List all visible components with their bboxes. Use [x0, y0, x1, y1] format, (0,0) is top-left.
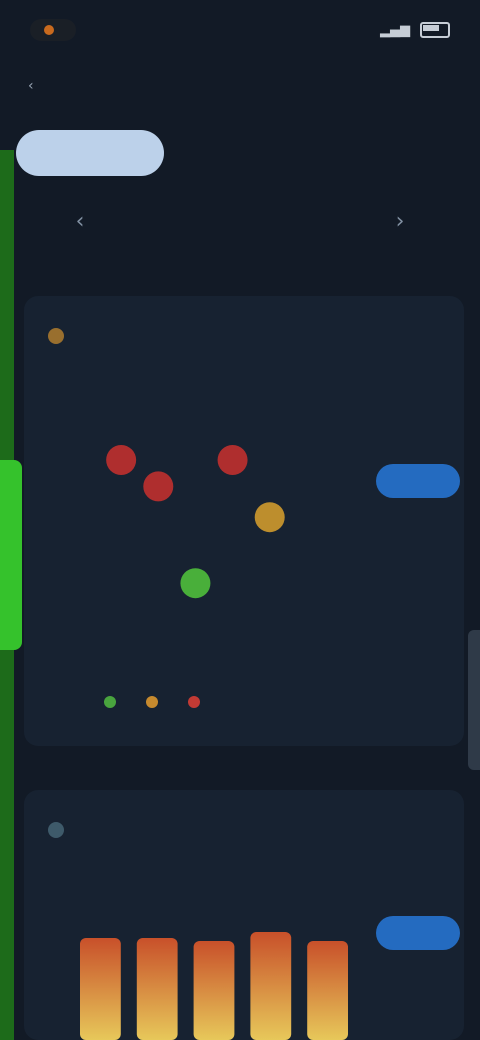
bar-2[interactable]	[136, 938, 178, 1040]
scatter-point-high[interactable]	[143, 471, 174, 502]
legend-swatch	[146, 696, 158, 708]
legend-item	[146, 696, 166, 708]
side-indicator-active[interactable]	[0, 460, 22, 650]
stress-card[interactable]	[24, 296, 464, 746]
scatter-chart	[106, 445, 285, 599]
status-icons: ▂▄▆	[380, 22, 450, 38]
leaf-icon	[44, 818, 68, 842]
details-button[interactable]	[376, 464, 460, 498]
bar-3[interactable]	[193, 941, 235, 1040]
recording-dot-icon	[44, 25, 54, 35]
chevron-left-icon[interactable]: ‹	[60, 209, 100, 234]
app-header: ‹	[0, 60, 480, 120]
bar-1[interactable]	[80, 938, 121, 1040]
activity-card[interactable]	[24, 790, 464, 1040]
scatter-point-high[interactable]	[106, 445, 137, 475]
tab-1[interactable]	[16, 130, 164, 176]
tab-2[interactable]	[166, 130, 314, 176]
legend-swatch	[104, 696, 116, 708]
battery-icon	[420, 22, 450, 38]
back-button[interactable]: ‹	[28, 78, 34, 94]
warning-icon	[44, 324, 68, 348]
signal-icon: ▂▄▆	[380, 22, 410, 38]
scatter-point-medium[interactable]	[254, 502, 285, 533]
legend-item	[188, 696, 208, 708]
legend-item	[104, 696, 124, 708]
date-range-selector: ‹ ›	[60, 198, 420, 244]
tab-3[interactable]	[316, 130, 464, 176]
legend-swatch	[188, 696, 200, 708]
bar-4[interactable]	[250, 932, 292, 1040]
scroll-handle[interactable]	[468, 630, 480, 770]
period-tabs	[16, 126, 464, 180]
chevron-right-icon[interactable]: ›	[380, 209, 420, 234]
scatter-point-high[interactable]	[217, 445, 248, 475]
scatter-point-low[interactable]	[180, 568, 211, 599]
details-button[interactable]	[376, 916, 460, 950]
status-bar: ▂▄▆	[0, 0, 480, 60]
bar-5[interactable]	[307, 941, 348, 1040]
bar-chart	[80, 932, 348, 1040]
status-pill	[30, 19, 76, 41]
chart-legend	[104, 696, 208, 708]
